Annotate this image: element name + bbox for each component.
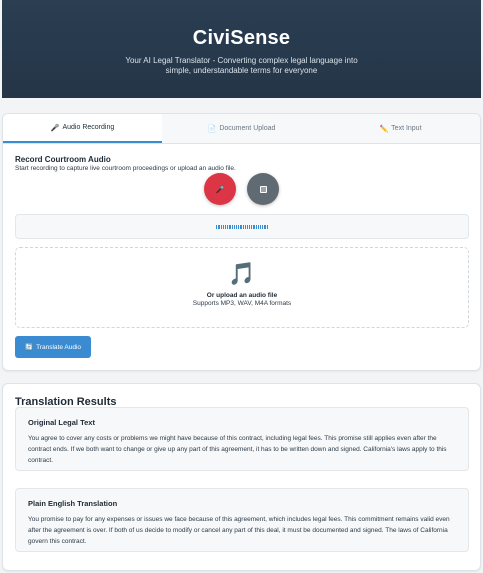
waveform-bar [249, 224, 251, 229]
waveform-bar [220, 224, 222, 229]
waveform-bar [264, 224, 266, 229]
tab-text-input[interactable]: ✏️ Text Input [321, 114, 480, 143]
waveform-bar [222, 224, 224, 229]
waveform-bar [242, 224, 244, 229]
tab-label: Document Upload [219, 125, 276, 132]
plain-english-panel: Plain English Translation You promise to… [15, 488, 469, 552]
waveform-bar [225, 224, 227, 229]
microphone-icon: 🎤 [50, 124, 60, 132]
microphone-icon [216, 185, 225, 194]
plain-heading: Plain English Translation [28, 499, 118, 508]
tab-label: Text Input [391, 125, 422, 132]
upload-formats: Supports MP3, WAV, M4A formats [192, 300, 292, 307]
recording-description: Start recording to capture live courtroo… [15, 165, 236, 172]
tab-label: Audio Recording [62, 124, 115, 131]
waveform-bar [229, 224, 231, 229]
translate-audio-label: Translate Audio [36, 343, 82, 351]
waveform-bar [244, 224, 246, 229]
tab-document-upload[interactable]: 📄 Document Upload [162, 114, 321, 143]
pencil-icon: ✏️ [379, 125, 389, 133]
app-header: CiviSense Your AI Legal Translator - Con… [2, 0, 481, 98]
waveform-bar [216, 224, 218, 229]
waveform-bar [218, 224, 220, 229]
waveform-bar [260, 224, 262, 229]
waveform-bar [235, 224, 238, 229]
plain-body: You promise to pay for any expenses or i… [28, 516, 450, 545]
original-heading: Original Legal Text [28, 418, 95, 427]
refresh-icon: 🔄 [24, 344, 34, 351]
recording-title: Record Courtroom Audio [15, 155, 111, 164]
waveform-bar [257, 224, 259, 229]
stop-button[interactable] [247, 173, 279, 205]
tab-audio-recording[interactable]: 🎤 Audio Recording [3, 114, 162, 143]
document-icon: 📄 [207, 125, 217, 133]
waveform-bar [233, 224, 235, 229]
original-text-panel: Original Legal Text You agree to cover a… [15, 407, 469, 471]
input-card: 🎤 Audio Recording 📄 Document Upload ✏️ T… [2, 113, 481, 371]
waveform-bar [227, 224, 229, 229]
original-body: You agree to cover any costs or problems… [28, 435, 447, 464]
waveform-bar [266, 224, 268, 229]
waveform-bar [253, 224, 255, 229]
app-subtitle: Your AI Legal Translator - Converting co… [125, 56, 358, 75]
waveform-bar [262, 224, 264, 229]
record-button[interactable] [204, 173, 236, 205]
waveform-bar [231, 224, 233, 229]
results-card: Translation Results Original Legal Text … [2, 383, 481, 571]
audio-waveform [15, 214, 469, 239]
waveform-bar [251, 224, 253, 229]
music-note-icon: 🎵 [228, 261, 256, 286]
app-title: CiviSense [192, 27, 291, 49]
audio-upload-dropzone[interactable]: 🎵 Or upload an audio file Supports MP3, … [15, 247, 469, 328]
waveform-bar [255, 224, 257, 229]
upload-title: Or upload an audio file [206, 292, 278, 299]
input-tabs: 🎤 Audio Recording 📄 Document Upload ✏️ T… [3, 114, 480, 144]
waveform-bar [246, 224, 249, 229]
waveform-bar [238, 224, 240, 229]
translate-audio-button[interactable]: 🔄 Translate Audio [15, 336, 91, 358]
waveform-bar [240, 224, 242, 229]
stop-icon [259, 185, 267, 193]
